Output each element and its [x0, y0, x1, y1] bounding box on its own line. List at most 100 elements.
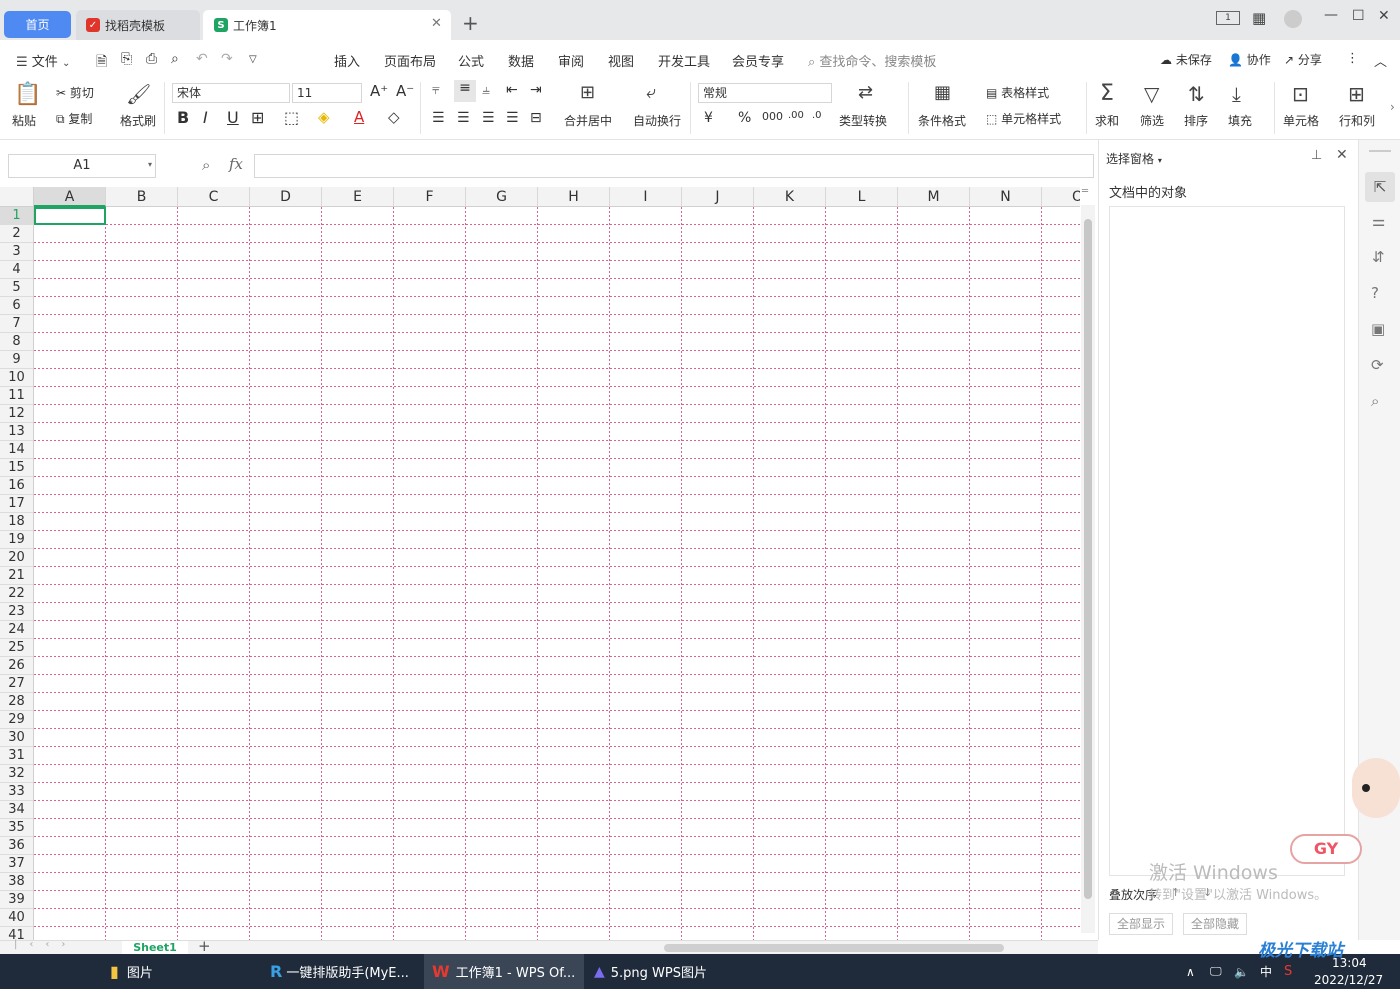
quick-access-dropdown-icon[interactable]: ▽: [249, 54, 257, 65]
conditional-format-icon[interactable]: ▦: [934, 82, 951, 103]
align-middle-icon[interactable]: ≡: [454, 80, 476, 102]
table-style-button[interactable]: ▤ 表格样式: [986, 84, 1049, 101]
row-header[interactable]: 22: [0, 585, 34, 603]
justify-icon[interactable]: ☰: [506, 110, 519, 126]
column-header[interactable]: L: [826, 187, 898, 207]
row-header[interactable]: 33: [0, 783, 34, 801]
wrap-text-icon[interactable]: ⤶: [646, 82, 656, 103]
maximize-icon[interactable]: ☐: [1352, 8, 1365, 24]
column-header[interactable]: I: [610, 187, 682, 207]
row-header[interactable]: 28: [0, 693, 34, 711]
row-header[interactable]: 16: [0, 477, 34, 495]
align-bottom-icon[interactable]: ⫨: [482, 82, 490, 98]
row-header[interactable]: 37: [0, 855, 34, 873]
filter-button[interactable]: 筛选: [1140, 112, 1164, 129]
ribbon-scroll-right-icon[interactable]: ›: [1390, 100, 1395, 114]
cell-shade-icon[interactable]: ⬚: [284, 108, 299, 127]
volume-icon[interactable]: 🔈: [1234, 954, 1249, 989]
active-cell[interactable]: [34, 207, 106, 225]
tab-view[interactable]: 视图: [608, 51, 634, 70]
cut-button[interactable]: ✂ 剪切: [56, 84, 94, 101]
taskbar-wps[interactable]: W 工作簿1 - WPS Of...: [424, 954, 584, 989]
transform-icon[interactable]: ⇵: [1372, 248, 1385, 266]
tab-member[interactable]: 会员专享: [732, 51, 784, 70]
formula-input[interactable]: [254, 154, 1094, 178]
taskbar-myeditor[interactable]: R 一键排版助手(MyE...: [270, 954, 409, 989]
row-header[interactable]: 11: [0, 387, 34, 405]
row-header[interactable]: 23: [0, 603, 34, 621]
taskbar-wps-picture[interactable]: ▲ 5.png WPS图片: [594, 954, 707, 989]
align-left-icon[interactable]: ☰: [432, 110, 445, 126]
column-header[interactable]: C: [178, 187, 250, 207]
select-cursor-icon[interactable]: ⇱: [1365, 172, 1395, 202]
spreadsheet-grid[interactable]: ABCDEFGHIJKLMNO 1 2 3 4 5 6 7 8 9 10 11 12 13 14 15 16 1…: [0, 187, 1080, 940]
underline-icon[interactable]: U: [227, 108, 239, 127]
network-icon[interactable]: 🖵: [1210, 954, 1222, 989]
new-tab-icon[interactable]: +: [462, 11, 479, 35]
apps-grid-icon[interactable]: ▦: [1252, 9, 1266, 27]
wrap-text-button[interactable]: 自动换行: [633, 112, 681, 129]
help-icon[interactable]: ?: [1371, 284, 1379, 302]
conditional-format-button[interactable]: 条件格式: [918, 112, 966, 129]
sum-icon[interactable]: Σ: [1100, 81, 1114, 106]
number-format-select[interactable]: 常规: [698, 83, 832, 103]
fx-icon[interactable]: fx: [229, 155, 243, 173]
font-size-select[interactable]: 11: [292, 83, 362, 103]
tab-home[interactable]: 首页: [4, 11, 71, 38]
increase-font-icon[interactable]: A⁺: [370, 82, 388, 100]
font-color-icon[interactable]: A: [354, 108, 364, 126]
sheet-nav-icon[interactable]: |‹‹›: [14, 939, 77, 950]
thousands-icon[interactable]: 000: [762, 110, 783, 123]
vertical-scrollbar-track[interactable]: [1081, 205, 1095, 933]
currency-icon[interactable]: ¥: [704, 110, 713, 126]
column-header[interactable]: K: [754, 187, 826, 207]
bold-icon[interactable]: B: [177, 108, 189, 127]
tab-formula[interactable]: 公式: [458, 51, 484, 70]
merge-center-button[interactable]: 合并居中: [564, 112, 612, 129]
row-header[interactable]: 36: [0, 837, 34, 855]
fill-icon[interactable]: ⤓: [1232, 82, 1241, 106]
tab-template[interactable]: ✓ 找稻壳模板: [76, 10, 200, 40]
fill-color-icon[interactable]: ◈: [318, 108, 330, 126]
paste-button[interactable]: 粘贴: [12, 112, 36, 129]
italic-icon[interactable]: I: [203, 108, 208, 127]
merge-center-icon[interactable]: ⊞: [580, 82, 595, 103]
tab-workbook[interactable]: S 工作簿1 ✕: [203, 10, 451, 40]
align-right-icon[interactable]: ☰: [482, 110, 495, 126]
properties-icon[interactable]: ⚌: [1372, 212, 1385, 230]
taskbar-pictures[interactable]: ▮ 图片: [110, 954, 153, 989]
scrollbar-thumb[interactable]: [1084, 219, 1092, 899]
tab-developer[interactable]: 开发工具: [658, 51, 710, 70]
row-header[interactable]: 31: [0, 747, 34, 765]
copy-button[interactable]: ⧉ 复制: [56, 110, 92, 127]
row-header[interactable]: 19: [0, 531, 34, 549]
horizontal-scrollbar[interactable]: [664, 944, 1004, 952]
clear-format-icon[interactable]: ◇: [388, 108, 400, 126]
row-header[interactable]: 13: [0, 423, 34, 441]
row-header[interactable]: 21: [0, 567, 34, 585]
read-mode-icon[interactable]: ⌕: [1371, 392, 1379, 410]
tab-data[interactable]: 数据: [508, 51, 534, 70]
row-header[interactable]: 24: [0, 621, 34, 639]
backup-icon[interactable]: ⟳: [1371, 356, 1384, 374]
row-header[interactable]: 18: [0, 513, 34, 531]
row-col-button[interactable]: 行和列: [1339, 112, 1375, 129]
print-icon[interactable]: ⎙: [146, 51, 157, 67]
row-col-icon[interactable]: ⊞: [1348, 82, 1365, 106]
format-painter-button[interactable]: 格式刷: [120, 112, 156, 129]
column-header[interactable]: O: [1042, 187, 1080, 207]
sheet-tab[interactable]: Sheet1: [122, 941, 188, 955]
split-icon[interactable]: ═: [1082, 186, 1088, 197]
fill-button[interactable]: 填充: [1228, 112, 1252, 129]
zoom-icon[interactable]: ⌕: [202, 156, 210, 174]
row-header[interactable]: 9: [0, 351, 34, 369]
pin-icon[interactable]: ⊥: [1311, 148, 1322, 163]
align-top-icon[interactable]: ⫧: [432, 82, 440, 98]
font-name-select[interactable]: 宋体: [172, 83, 290, 103]
align-center-icon[interactable]: ☰: [457, 110, 470, 126]
tab-insert[interactable]: 插入: [334, 51, 360, 70]
name-box-dropdown-icon[interactable]: ▾: [148, 160, 152, 169]
column-header[interactable]: F: [394, 187, 466, 207]
print-preview-icon[interactable]: ⌕: [171, 51, 179, 67]
add-sheet-icon[interactable]: +: [198, 937, 211, 955]
